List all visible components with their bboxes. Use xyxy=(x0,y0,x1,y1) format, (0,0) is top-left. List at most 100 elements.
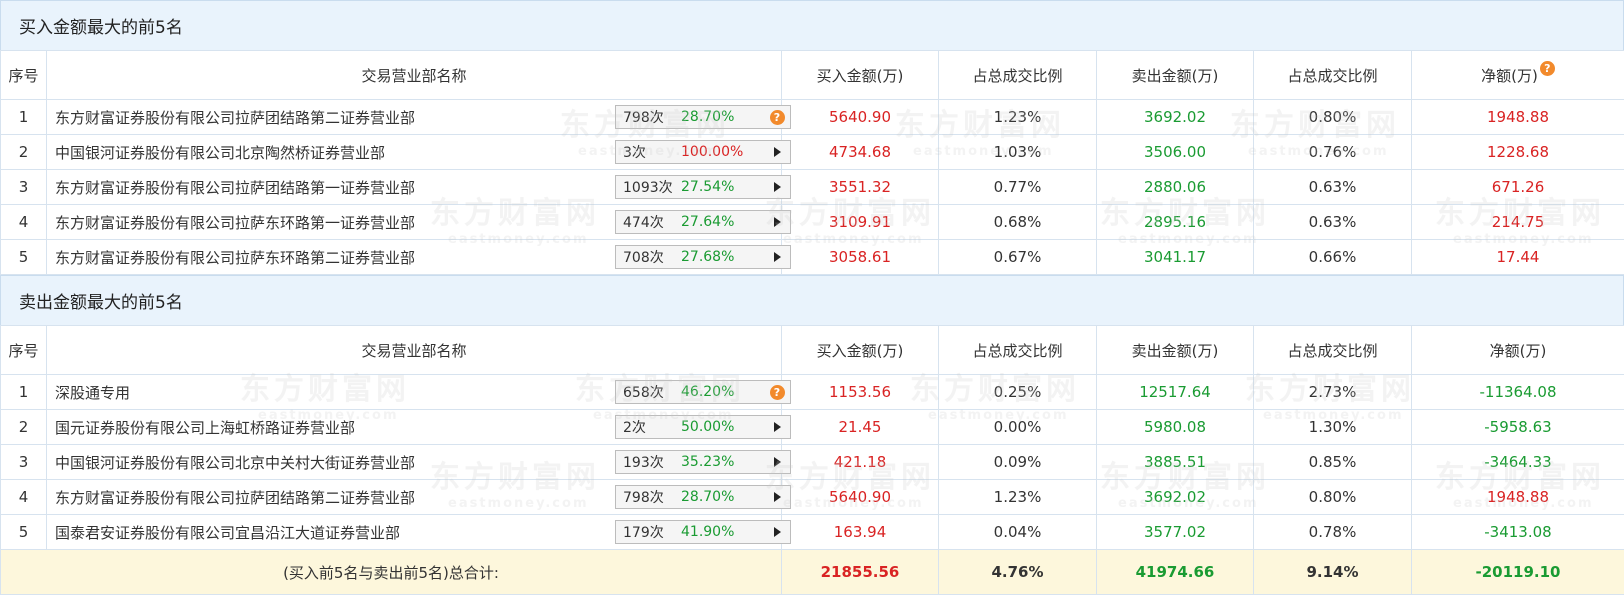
branch-stats-box[interactable]: 798次 28.70%? xyxy=(615,105,791,129)
buy-amount: 1153.56 xyxy=(781,374,939,410)
table-row: 5 东方财富证券股份有限公司拉萨东环路第二证券营业部 708次 27.68% 3058.… xyxy=(0,239,1624,275)
play-arrow-icon[interactable] xyxy=(773,422,781,432)
col-index: 序号 xyxy=(0,325,47,375)
col-sell-ratio: 占总成交比例 xyxy=(1253,50,1412,100)
play-arrow-icon[interactable] xyxy=(773,492,781,502)
buy-table-header: 序号 交易营业部名称 买入金额(万) 占总成交比例 卖出金额(万) 占总成交比例… xyxy=(0,50,1624,100)
sell-ratio: 1.30% xyxy=(1253,409,1412,445)
net-amount: 214.75 xyxy=(1411,204,1624,240)
sell-amount: 3506.00 xyxy=(1096,134,1254,170)
stats-control[interactable] xyxy=(764,416,790,438)
play-arrow-icon[interactable] xyxy=(773,457,781,467)
play-arrow-icon[interactable] xyxy=(773,217,781,227)
branch-stats-box[interactable]: 708次 27.68% xyxy=(615,245,791,269)
net-amount: 1228.68 xyxy=(1411,134,1624,170)
buy-ratio: 1.03% xyxy=(938,134,1097,170)
branch-name-link[interactable]: 国泰君安证券股份有限公司宜昌沿江大道证券营业部 xyxy=(55,522,400,543)
row-index: 1 xyxy=(0,374,47,410)
branch-stats-box[interactable]: 3次 100.00% xyxy=(615,140,791,164)
branch-cell: 国泰君安证券股份有限公司宜昌沿江大道证券营业部 179次 41.90% xyxy=(46,514,791,550)
sell-amount: 3041.17 xyxy=(1096,239,1254,275)
col-buy-amount: 买入金额(万) xyxy=(781,325,939,375)
buy-table-body: 1 东方财富证券股份有限公司拉萨团结路第二证券营业部 798次 28.70%? 5640… xyxy=(0,99,1624,275)
buy-section-title: 买入金额最大的前5名 xyxy=(0,0,1624,50)
sell-ratio: 0.80% xyxy=(1253,99,1412,135)
branch-stats-box[interactable]: 179次 41.90% xyxy=(615,520,791,544)
branch-cell: 国元证券股份有限公司上海虹桥路证券营业部 2次 50.00% xyxy=(46,409,791,445)
buy-ratio: 1.23% xyxy=(938,479,1097,515)
buy-amount: 421.18 xyxy=(781,444,939,480)
branch-name-link[interactable]: 中国银河证券股份有限公司北京陶然桥证券营业部 xyxy=(55,142,385,163)
col-buy-ratio: 占总成交比例 xyxy=(938,325,1097,375)
branch-stats-box[interactable]: 658次 46.20%? xyxy=(615,380,791,404)
net-help-wrap[interactable]: ? xyxy=(1539,60,1555,76)
branch-cell: 深股通专用 658次 46.20%? xyxy=(46,374,791,410)
branch-cell: 东方财富证券股份有限公司拉萨东环路第二证券营业部 708次 27.68% xyxy=(46,239,791,275)
table-row: 4 东方财富证券股份有限公司拉萨东环路第一证券营业部 474次 27.64% 3109.… xyxy=(0,204,1624,240)
branch-stats-box[interactable]: 1093次 27.54% xyxy=(615,175,791,199)
net-amount: -11364.08 xyxy=(1411,374,1624,410)
help-icon[interactable]: ? xyxy=(1539,60,1555,76)
stats-control[interactable] xyxy=(764,521,790,543)
branch-name-link[interactable]: 中国银河证券股份有限公司北京中关村大街证券营业部 xyxy=(55,452,415,473)
col-net-amount: 净额(万)? xyxy=(1411,50,1624,100)
buy-amount: 163.94 xyxy=(781,514,939,550)
play-arrow-icon[interactable] xyxy=(773,147,781,157)
buy-ratio: 0.00% xyxy=(938,409,1097,445)
play-arrow-icon[interactable] xyxy=(773,527,781,537)
table-row: 5 国泰君安证券股份有限公司宜昌沿江大道证券营业部 179次 41.90% 163.94… xyxy=(0,514,1624,550)
branch-name-link[interactable]: 东方财富证券股份有限公司拉萨东环路第二证券营业部 xyxy=(55,247,415,268)
branch-stats-box[interactable]: 2次 50.00% xyxy=(615,415,791,439)
stats-control[interactable] xyxy=(764,141,790,163)
col-sell-amount: 卖出金额(万) xyxy=(1096,50,1254,100)
branch-name-link[interactable]: 东方财富证券股份有限公司拉萨团结路第二证券营业部 xyxy=(55,107,415,128)
buy-ratio: 0.25% xyxy=(938,374,1097,410)
total-row: (买入前5名与卖出前5名)总合计: 21855.56 4.76% 41974.6… xyxy=(0,549,1624,595)
branch-stats-box[interactable]: 474次 27.64% xyxy=(615,210,791,234)
net-amount: 671.26 xyxy=(1411,169,1624,205)
stats-control[interactable]: ? xyxy=(764,381,790,403)
help-icon[interactable]: ? xyxy=(769,384,785,400)
sell-amount: 3692.02 xyxy=(1096,99,1254,135)
col-buy-ratio: 占总成交比例 xyxy=(938,50,1097,100)
play-arrow-icon[interactable] xyxy=(773,252,781,262)
stats-control[interactable]: ? xyxy=(764,106,790,128)
branch-name-link[interactable]: 东方财富证券股份有限公司拉萨团结路第二证券营业部 xyxy=(55,487,415,508)
sell-ratio: 0.63% xyxy=(1253,169,1412,205)
total-sell-ratio: 9.14% xyxy=(1253,549,1412,595)
table-row: 2 中国银河证券股份有限公司北京陶然桥证券营业部 3次 100.00% 4734.68 1… xyxy=(0,134,1624,170)
branch-cell: 东方财富证券股份有限公司拉萨东环路第一证券营业部 474次 27.64% xyxy=(46,204,791,240)
listing-count: 798次 xyxy=(623,490,664,506)
col-buy-amount: 买入金额(万) xyxy=(781,50,939,100)
help-icon[interactable]: ? xyxy=(769,109,785,125)
table-row: 2 国元证券股份有限公司上海虹桥路证券营业部 2次 50.00% 21.45 0.00% 5… xyxy=(0,409,1624,445)
table-row: 4 东方财富证券股份有限公司拉萨团结路第二证券营业部 798次 28.70% 5640.… xyxy=(0,479,1624,515)
win-rate: 100.00% xyxy=(681,144,744,160)
sell-table: 序号 交易营业部名称 买入金额(万) 占总成交比例 卖出金额(万) 占总成交比例… xyxy=(0,325,1624,595)
branch-name-link[interactable]: 东方财富证券股份有限公司拉萨东环路第一证券营业部 xyxy=(55,212,415,233)
branch-cell: 中国银河证券股份有限公司北京陶然桥证券营业部 3次 100.00% xyxy=(46,134,791,170)
play-arrow-icon[interactable] xyxy=(773,182,781,192)
listing-count: 2次 xyxy=(623,420,646,436)
stats-control[interactable] xyxy=(764,486,790,508)
buy-amount: 5640.90 xyxy=(781,99,939,135)
listing-count: 658次 xyxy=(623,385,664,401)
sell-ratio: 0.78% xyxy=(1253,514,1412,550)
stats-control[interactable] xyxy=(764,211,790,233)
stats-control[interactable] xyxy=(764,176,790,198)
branch-stats-box[interactable]: 193次 35.23% xyxy=(615,450,791,474)
win-rate: 28.70% xyxy=(681,109,735,125)
stats-control[interactable] xyxy=(764,246,790,268)
col-net-label: 净额(万) xyxy=(1481,66,1538,85)
branch-name-link[interactable]: 东方财富证券股份有限公司拉萨团结路第一证券营业部 xyxy=(55,177,415,198)
branch-stats-box[interactable]: 798次 28.70% xyxy=(615,485,791,509)
sell-ratio: 0.63% xyxy=(1253,204,1412,240)
branch-name-link[interactable]: 国元证券股份有限公司上海虹桥路证券营业部 xyxy=(55,417,355,438)
total-buy: 21855.56 xyxy=(781,549,939,595)
stats-control[interactable] xyxy=(764,451,790,473)
branch-cell: 东方财富证券股份有限公司拉萨团结路第一证券营业部 1093次 27.54% xyxy=(46,169,791,205)
total-buy-ratio: 4.76% xyxy=(938,549,1097,595)
listing-count: 708次 xyxy=(623,250,664,266)
buy-amount: 3058.61 xyxy=(781,239,939,275)
branch-name-link[interactable]: 深股通专用 xyxy=(55,382,130,403)
